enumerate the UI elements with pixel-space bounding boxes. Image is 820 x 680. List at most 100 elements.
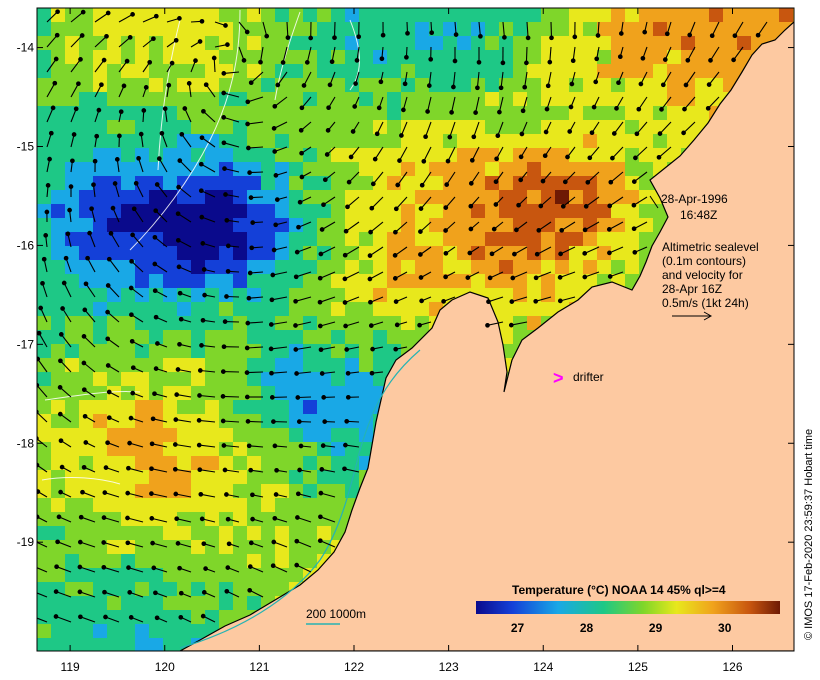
sst-cell (135, 330, 149, 344)
sst-cell (401, 274, 415, 288)
sst-cell (289, 218, 303, 232)
sst-cell (93, 92, 107, 106)
velocity-arrow-head (368, 323, 374, 328)
sst-cell (135, 624, 149, 638)
velocity-arrow-head (83, 440, 89, 445)
sst-cell (275, 526, 289, 540)
sst-cell (695, 92, 709, 106)
sst-cell (37, 218, 51, 232)
sst-cell (247, 92, 261, 106)
sst-cell (233, 400, 247, 414)
sst-cell (191, 624, 205, 638)
velocity-arrow-head (80, 489, 85, 495)
sst-cell (331, 358, 345, 372)
velocity-arrow-head (534, 251, 540, 257)
sst-cell (583, 50, 597, 64)
velocity-arrow-head (202, 292, 207, 298)
sst-cell (415, 78, 429, 92)
velocity-arrow-head (441, 299, 446, 304)
velocity-arrow-head (196, 442, 202, 448)
sst-cell (135, 372, 149, 386)
sst-cell (163, 428, 177, 442)
sst-cell (247, 526, 261, 540)
velocity-arrow-head (687, 32, 693, 38)
velocity-arrow-head (372, 156, 378, 162)
sst-cell (303, 162, 317, 176)
sst-cell (457, 134, 471, 148)
velocity-arrow-head (350, 129, 356, 134)
velocity-arrow-head (159, 130, 165, 136)
sst-cell (149, 470, 163, 484)
velocity-arrow-head (346, 179, 352, 185)
sst-cell (275, 554, 289, 568)
sst-cell (135, 456, 149, 470)
sst-cell (457, 260, 471, 274)
sst-cell (219, 596, 233, 610)
sst-cell (275, 386, 289, 400)
sst-cell (499, 274, 513, 288)
velocity-arrow-head (591, 104, 597, 110)
velocity-arrow-head (325, 128, 331, 133)
velocity-arrow-head (509, 299, 515, 304)
sst-cell (387, 120, 401, 134)
sst-cell (359, 190, 373, 204)
sst-cell (275, 302, 289, 316)
sst-cell (569, 274, 583, 288)
velocity-arrow-head (299, 174, 305, 180)
velocity-arrow-head (203, 566, 208, 571)
sst-cell (37, 470, 51, 484)
sst-cell (527, 120, 541, 134)
velocity-arrow-head (379, 56, 385, 62)
sst-cell (149, 344, 163, 358)
sst-cell (121, 526, 135, 540)
sst-cell (149, 246, 163, 260)
velocity-arrow-head (127, 590, 133, 595)
velocity-arrow-head (200, 317, 206, 323)
velocity-arrow-head (175, 211, 181, 217)
sst-cell (331, 232, 345, 246)
sst-cell (541, 190, 555, 204)
sst-cell (667, 120, 681, 134)
sst-cell (359, 176, 373, 190)
sst-cell (275, 358, 289, 372)
sst-cell (79, 78, 93, 92)
sst-cell (135, 596, 149, 610)
velocity-arrow-head (173, 417, 179, 422)
sst-cell (429, 176, 443, 190)
velocity-arrow-head (105, 10, 111, 16)
sst-cell (205, 36, 219, 50)
velocity-arrow-head (562, 179, 568, 185)
velocity-arrow-head (271, 247, 277, 253)
velocity-arrow-head (664, 31, 670, 37)
sst-cell (177, 302, 191, 316)
sst-cell (597, 148, 611, 162)
velocity-arrow-head (582, 274, 588, 280)
velocity-arrow-head (547, 59, 553, 65)
velocity-arrow-head (495, 133, 501, 139)
velocity-arrow-head (105, 336, 111, 342)
sst-cell (541, 162, 555, 176)
sst-cell (205, 386, 219, 400)
sst-cell (457, 50, 471, 64)
velocity-arrow-head (58, 358, 63, 364)
velocity-arrow-head (89, 206, 94, 212)
velocity-arrow-head (48, 130, 54, 136)
sst-cell (191, 526, 205, 540)
sst-cell (135, 414, 149, 428)
velocity-arrow-head (245, 99, 251, 105)
sst-cell (625, 148, 639, 162)
sst-cell (653, 8, 667, 22)
velocity-arrow-head (244, 394, 250, 400)
sst-cell (289, 302, 303, 316)
sst-cell (765, 22, 779, 36)
sst-cell (51, 400, 65, 414)
sst-cell (93, 288, 107, 302)
sst-cell (93, 22, 107, 36)
velocity-arrow-head (44, 209, 50, 215)
sst-cell (37, 316, 51, 330)
velocity-arrow-head (583, 203, 589, 209)
velocity-arrow-head (681, 130, 686, 136)
sst-cell (289, 568, 303, 582)
sst-cell (387, 260, 401, 274)
sst-cell (163, 50, 177, 64)
